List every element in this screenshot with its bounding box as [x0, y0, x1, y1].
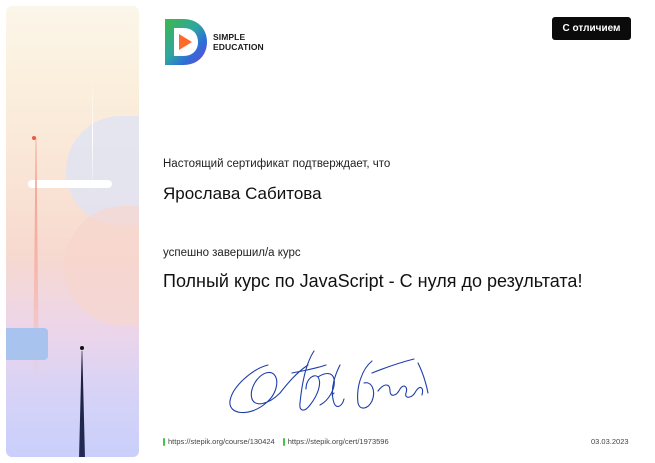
logo-line-1: SIMPLE: [213, 32, 246, 42]
logo-mark-icon: [165, 19, 207, 65]
deco-chip: [6, 328, 48, 360]
link-marker: [163, 437, 165, 446]
distinction-badge: С отличием: [552, 17, 631, 40]
deco-dot: [80, 346, 84, 350]
course-link[interactable]: https://stepik.org/course/130424: [168, 437, 275, 446]
logo-wordmark: SIMPLE EDUCATION: [213, 32, 264, 52]
logo-line-2: EDUCATION: [213, 42, 264, 52]
certificate: SIMPLE EDUCATION С отличием Настоящий се…: [0, 0, 655, 463]
recipient-name: Ярослава Сабитова: [163, 184, 322, 203]
certificate-footer: https://stepik.org/course/130424 https:/…: [163, 437, 397, 446]
deco-pill: [28, 180, 112, 188]
completion-text: успешно завершил/а курс: [163, 247, 301, 259]
simple-education-logo: SIMPLE EDUCATION: [163, 17, 264, 67]
link-marker: [282, 437, 285, 446]
deco-dot: [32, 136, 36, 140]
deco-needle: [79, 351, 85, 457]
signature-image: [229, 350, 429, 414]
deco-shape: [64, 206, 139, 326]
decorative-panel: [6, 6, 139, 457]
certificate-intro: Настоящий сертификат подтверждает, что: [163, 158, 391, 170]
course-title: Полный курс по JavaScript - С нуля до ре…: [163, 271, 583, 291]
certificate-link[interactable]: https://stepik.org/cert/1973596: [288, 437, 389, 446]
deco-line: [92, 76, 93, 196]
issue-date: 03.03.2023: [591, 437, 629, 446]
